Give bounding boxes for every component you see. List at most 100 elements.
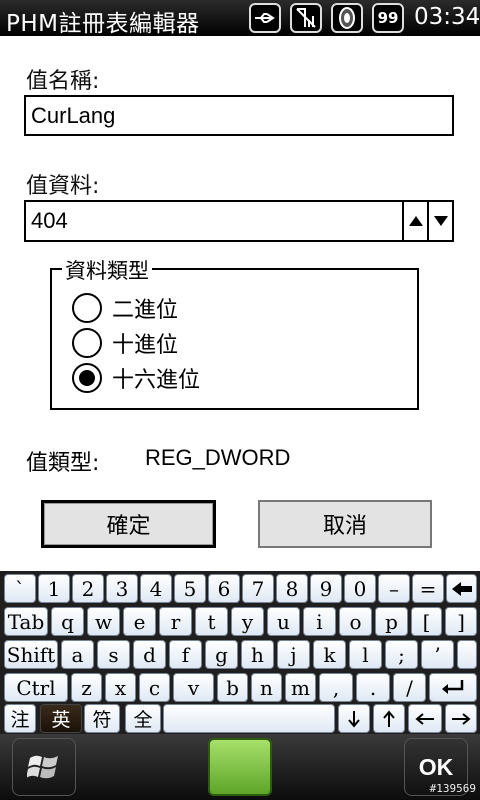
- arrow-right-icon: [452, 712, 471, 725]
- key-w[interactable]: w: [87, 607, 120, 636]
- arrow-up-key[interactable]: [373, 704, 405, 733]
- key-2[interactable]: 2: [72, 574, 104, 603]
- key-z[interactable]: z: [71, 673, 102, 702]
- key-o[interactable]: o: [339, 607, 372, 636]
- arrow-left-icon: [415, 712, 434, 725]
- key-t[interactable]: t: [195, 607, 228, 636]
- key-k[interactable]: k: [313, 640, 346, 669]
- speaker-icon[interactable]: [331, 3, 363, 33]
- radio-button[interactable]: [72, 293, 102, 323]
- key-fullwidth[interactable]: 全: [125, 704, 161, 733]
- key-bracket-right[interactable]: ]: [445, 607, 477, 636]
- key-4[interactable]: 4: [140, 574, 172, 603]
- key-u[interactable]: u: [267, 607, 300, 636]
- key-v[interactable]: v: [173, 673, 214, 702]
- key-i[interactable]: i: [303, 607, 336, 636]
- usb-icon: [249, 3, 281, 33]
- key-s[interactable]: s: [97, 640, 130, 669]
- radio-binary[interactable]: 二進位: [72, 292, 178, 324]
- value-data-text: 404: [31, 208, 68, 233]
- status-bar: PHM註冊表編輯器 99 03:34: [0, 0, 480, 37]
- key-english-active[interactable]: 英: [40, 704, 82, 733]
- arrow-right-key[interactable]: [445, 704, 477, 733]
- key-a[interactable]: a: [61, 640, 94, 669]
- value-type-label: 值類型:: [26, 451, 100, 476]
- value-name-text: CurLang: [31, 102, 116, 128]
- arrow-up-icon: [383, 709, 395, 727]
- key-symbols[interactable]: 符: [84, 704, 120, 733]
- battery-icon[interactable]: 99: [372, 3, 404, 33]
- home-button[interactable]: [208, 738, 272, 796]
- key-ctrl[interactable]: Ctrl: [4, 673, 68, 702]
- key-q[interactable]: q: [51, 607, 84, 636]
- key-5[interactable]: 5: [174, 574, 206, 603]
- battery-level: 99: [377, 9, 399, 27]
- spin-up-button[interactable]: [402, 200, 429, 242]
- key-semicolon[interactable]: ;: [385, 640, 418, 669]
- key-l[interactable]: l: [349, 640, 382, 669]
- value-data-input[interactable]: 404: [24, 200, 404, 242]
- enter-arrow-icon: [442, 679, 464, 694]
- data-type-group-title: 資料類型: [62, 255, 152, 285]
- key-f[interactable]: f: [169, 640, 202, 669]
- space-key[interactable]: [163, 704, 335, 733]
- start-button[interactable]: [12, 738, 76, 796]
- triangle-down-icon: [433, 216, 448, 226]
- key-equals[interactable]: =: [412, 574, 444, 603]
- key-n[interactable]: n: [251, 673, 282, 702]
- key-h[interactable]: h: [241, 640, 274, 669]
- value-name-input[interactable]: CurLang: [24, 95, 454, 136]
- signal-icon[interactable]: [290, 3, 322, 33]
- radio-dot: [79, 370, 95, 386]
- value-data-label: 值資料:: [26, 174, 100, 199]
- data-type-group: 資料類型 二進位 十進位 十六進位: [50, 255, 419, 410]
- radio-label: 十六進位: [112, 368, 201, 393]
- key-bracket-left[interactable]: [: [411, 607, 442, 636]
- spin-down-button[interactable]: [427, 200, 454, 242]
- enter-key-top[interactable]: [457, 640, 477, 669]
- arrow-down-icon: [348, 710, 360, 728]
- key-9[interactable]: 9: [310, 574, 342, 603]
- key-b[interactable]: b: [217, 673, 248, 702]
- key-6[interactable]: 6: [208, 574, 240, 603]
- key-m[interactable]: m: [285, 673, 316, 702]
- key-tab[interactable]: Tab: [4, 607, 48, 636]
- radio-button-selected[interactable]: [72, 363, 102, 393]
- radio-button[interactable]: [72, 328, 102, 358]
- key-r[interactable]: r: [159, 607, 192, 636]
- key-0[interactable]: 0: [344, 574, 376, 603]
- ok-button[interactable]: 確定: [41, 500, 216, 548]
- backspace-key[interactable]: [446, 574, 477, 603]
- key-c[interactable]: c: [139, 673, 170, 702]
- key-1[interactable]: 1: [38, 574, 70, 603]
- key-d[interactable]: d: [133, 640, 166, 669]
- value-type-value: REG_DWORD: [145, 445, 291, 470]
- radio-decimal[interactable]: 十進位: [72, 327, 178, 359]
- app-title: PHM註冊表編輯器: [6, 11, 200, 37]
- arrow-down-key[interactable]: [338, 704, 370, 733]
- key-shift[interactable]: Shift: [4, 640, 58, 669]
- clock[interactable]: 03:34: [414, 4, 480, 30]
- key-minus[interactable]: –: [378, 574, 410, 603]
- key-j[interactable]: j: [277, 640, 310, 669]
- key-period[interactable]: .: [356, 673, 390, 702]
- soft-keyboard: ` 1 2 3 4 5 6 7 8 9 0 – = Tab q w e r t …: [0, 571, 480, 734]
- key-x[interactable]: x: [105, 673, 136, 702]
- arrow-left-key[interactable]: [408, 704, 442, 733]
- key-comma[interactable]: ,: [319, 673, 353, 702]
- key-g[interactable]: g: [205, 640, 238, 669]
- key-slash[interactable]: /: [393, 673, 426, 702]
- key-p[interactable]: p: [375, 607, 408, 636]
- key-7[interactable]: 7: [242, 574, 274, 603]
- key-8[interactable]: 8: [276, 574, 308, 603]
- key-e[interactable]: e: [123, 607, 156, 636]
- key-backtick[interactable]: `: [4, 574, 36, 603]
- key-3[interactable]: 3: [106, 574, 138, 603]
- enter-key[interactable]: [429, 673, 477, 702]
- cancel-button[interactable]: 取消: [258, 500, 432, 548]
- value-name-label: 值名稱:: [26, 69, 100, 94]
- key-zhuyin[interactable]: 注: [4, 704, 36, 733]
- key-y[interactable]: y: [231, 607, 264, 636]
- radio-hex[interactable]: 十六進位: [72, 362, 200, 394]
- key-quote[interactable]: ’: [421, 640, 454, 669]
